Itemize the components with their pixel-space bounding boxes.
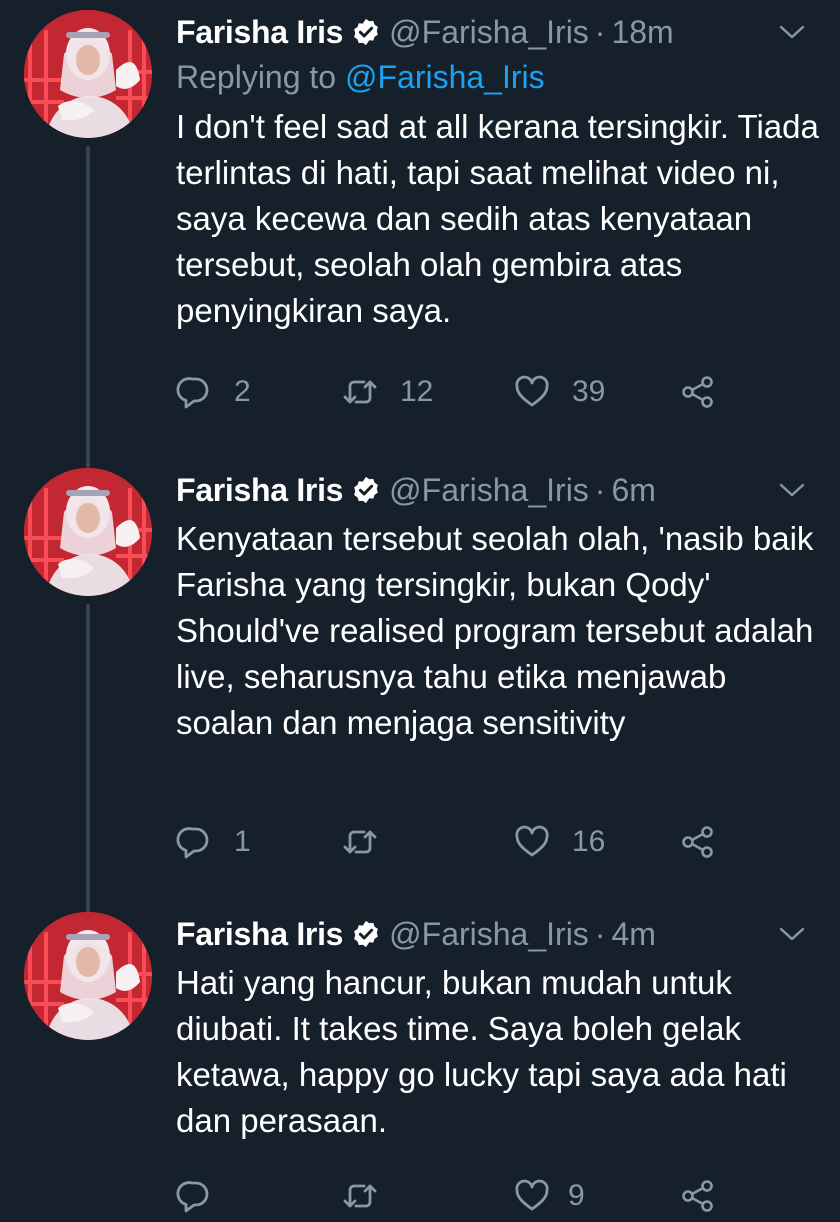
like-count: 9 [568, 1179, 585, 1212]
tweet[interactable]: Farisha Iris @Farisha_Iris · 6m Kenyataa… [0, 468, 840, 888]
display-name[interactable]: Farisha Iris [176, 916, 343, 953]
reply-button[interactable] [176, 1174, 234, 1218]
reply-bubble-icon [176, 374, 212, 410]
tweet-text: Kenyataan tersebut seolah olah, 'nasib b… [176, 520, 814, 741]
tweet-content: Farisha Iris @Farisha_Iris · 4m Hati yan… [176, 912, 820, 1144]
tweet-thread: Farisha Iris @Farisha_Iris · 18m Replyin… [0, 0, 840, 1222]
profile-photo [24, 468, 152, 596]
verified-badge-icon [351, 919, 381, 949]
avatar[interactable] [24, 468, 152, 596]
replying-to-label: Replying to [176, 59, 337, 95]
chevron-down-icon[interactable] [778, 922, 806, 946]
reply-count: 1 [234, 825, 251, 858]
replying-to-mention[interactable]: @Farisha_Iris [345, 59, 545, 95]
retweet-icon [342, 1178, 378, 1214]
user-handle[interactable]: @Farisha_Iris [389, 472, 589, 509]
display-name[interactable]: Farisha Iris [176, 472, 343, 509]
tweet-header: Farisha Iris @Farisha_Iris · 6m [176, 468, 820, 512]
user-handle[interactable]: @Farisha_Iris [389, 14, 589, 51]
profile-photo [24, 10, 152, 138]
tweet-content: Farisha Iris @Farisha_Iris · 18m Replyin… [176, 10, 820, 334]
like-button[interactable]: 16 [514, 820, 605, 864]
chevron-down-icon[interactable] [778, 478, 806, 502]
tweet-timestamp[interactable]: 18m [611, 14, 673, 51]
reply-bubble-icon [176, 824, 212, 860]
chevron-down-icon[interactable] [778, 20, 806, 44]
share-button[interactable] [680, 370, 716, 414]
tweet-actions: 9 [176, 1174, 736, 1218]
tweet-timestamp[interactable]: 4m [611, 916, 655, 953]
verified-badge-icon [351, 17, 381, 47]
retweet-count: 12 [400, 375, 434, 408]
avatar[interactable] [24, 10, 152, 138]
heart-icon [514, 374, 550, 410]
separator-dot: · [594, 13, 606, 50]
retweet-button[interactable] [342, 1174, 400, 1218]
replying-to: Replying to @Farisha_Iris [176, 54, 820, 100]
tweet-content: Farisha Iris @Farisha_Iris · 6m Kenyataa… [176, 468, 820, 746]
avatar[interactable] [24, 912, 152, 1040]
tweet-timestamp[interactable]: 6m [611, 472, 655, 509]
tweet-actions: 2 12 39 [176, 370, 736, 414]
like-button[interactable]: 39 [514, 370, 605, 414]
tweet-header: Farisha Iris @Farisha_Iris · 4m [176, 912, 820, 956]
share-button[interactable] [680, 1174, 716, 1218]
heart-icon [514, 1178, 550, 1214]
retweet-icon [342, 824, 378, 860]
retweet-icon [342, 374, 378, 410]
like-count: 16 [572, 825, 606, 858]
tweet-actions: 1 16 [176, 820, 736, 864]
like-button[interactable]: 9 [514, 1174, 585, 1218]
reply-button[interactable]: 1 [176, 820, 251, 864]
tweet[interactable]: Farisha Iris @Farisha_Iris · 18m Replyin… [0, 10, 840, 440]
reply-button[interactable]: 2 [176, 370, 251, 414]
tweet-text: I don't feel sad at all kerana tersingki… [176, 108, 819, 329]
tweet-header: Farisha Iris @Farisha_Iris · 18m [176, 10, 820, 54]
user-handle[interactable]: @Farisha_Iris [389, 916, 589, 953]
separator-dot: · [594, 915, 606, 952]
heart-icon [514, 824, 550, 860]
reply-count: 2 [234, 375, 251, 408]
share-icon [680, 374, 716, 410]
separator-dot: · [594, 471, 606, 508]
share-icon [680, 1178, 716, 1214]
tweet-text: Hati yang hancur, bukan mudah untuk diub… [176, 964, 787, 1139]
retweet-button[interactable] [342, 820, 400, 864]
share-button[interactable] [680, 820, 716, 864]
retweet-button[interactable]: 12 [342, 370, 433, 414]
like-count: 39 [572, 375, 606, 408]
tweet[interactable]: Farisha Iris @Farisha_Iris · 4m Hati yan… [0, 912, 840, 1222]
profile-photo [24, 912, 152, 1040]
verified-badge-icon [351, 475, 381, 505]
display-name[interactable]: Farisha Iris [176, 14, 343, 51]
share-icon [680, 824, 716, 860]
reply-bubble-icon [176, 1178, 212, 1214]
